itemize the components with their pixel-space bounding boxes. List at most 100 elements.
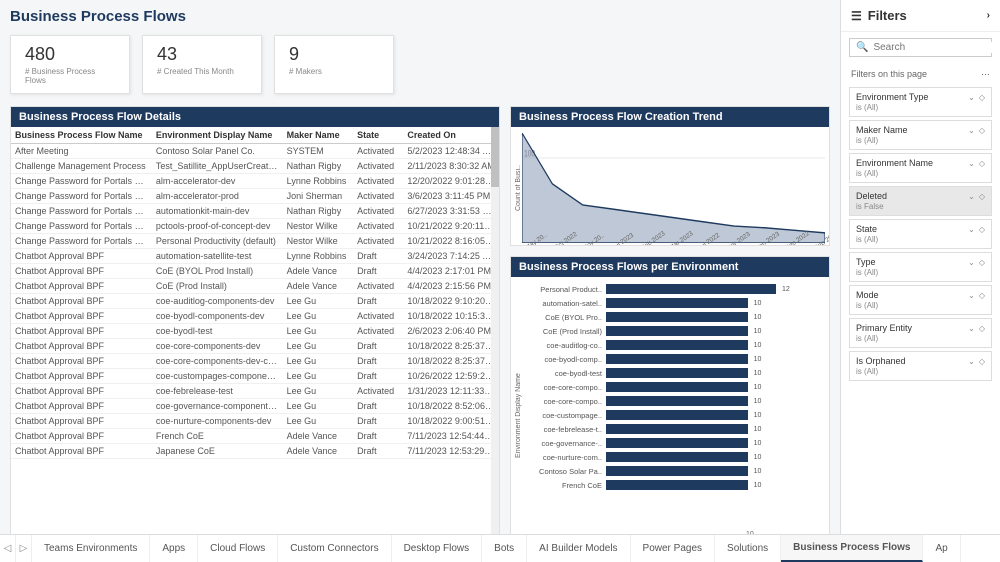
table-header[interactable]: State <box>353 127 403 144</box>
eraser-icon[interactable]: ◇ <box>979 159 985 168</box>
scrollbar-track[interactable] <box>491 127 499 553</box>
bar-row[interactable]: CoE (BYOL Pro.. 10 <box>522 311 825 323</box>
bar-row[interactable]: coe-custompage.. 10 <box>522 409 825 421</box>
tab-prev[interactable]: ◁ <box>0 535 16 562</box>
kpi-card[interactable]: 480 # Business Process Flows <box>10 35 130 94</box>
bar-row[interactable]: coe-febrelease-t.. 10 <box>522 423 825 435</box>
chevron-right-icon[interactable]: › <box>987 10 990 21</box>
table-header[interactable]: Environment Display Name <box>152 127 283 144</box>
tab-cloud flows[interactable]: Cloud Flows <box>198 535 278 562</box>
table-row[interactable]: Change Password for Portals Contactalm-a… <box>11 189 499 204</box>
table-row[interactable]: Change Password for Portals Contactalm-a… <box>11 174 499 189</box>
chevron-down-icon[interactable]: ⌄ <box>968 225 975 234</box>
tab-power pages[interactable]: Power Pages <box>631 535 715 562</box>
table-row[interactable]: Chatbot Approval BPFcoe-byodl-components… <box>11 309 499 324</box>
scrollbar-thumb[interactable] <box>491 127 499 187</box>
eraser-icon[interactable]: ◇ <box>979 324 985 333</box>
filter-card[interactable]: Is Orphaned ⌄◇ is (All) <box>849 351 992 381</box>
tab-solutions[interactable]: Solutions <box>715 535 781 562</box>
table-row[interactable]: Change Password for Portals Contactpctoo… <box>11 219 499 234</box>
table-row[interactable]: Chatbot Approval BPFFrench CoEAdele Vanc… <box>11 429 499 444</box>
filter-card[interactable]: Type ⌄◇ is (All) <box>849 252 992 282</box>
filter-card[interactable]: Environment Name ⌄◇ is (All) <box>849 153 992 183</box>
table-row[interactable]: Chatbot Approval BPFJapanese CoEAdele Va… <box>11 444 499 459</box>
table-row[interactable]: Chatbot Approval BPFcoe-auditlog-compone… <box>11 294 499 309</box>
bar-row[interactable]: coe-nurture-com.. 10 <box>522 451 825 463</box>
chevron-down-icon[interactable]: ⌄ <box>968 258 975 267</box>
tab-apps[interactable]: Apps <box>150 535 198 562</box>
filter-card[interactable]: Deleted ⌄◇ is False <box>849 186 992 216</box>
table-row[interactable]: Challenge Management ProcessTest_Satilli… <box>11 159 499 174</box>
table-header[interactable]: Business Process Flow Name <box>11 127 152 144</box>
table-header[interactable]: Created On <box>403 127 499 144</box>
table-row[interactable]: Chatbot Approval BPFCoE (BYOL Prod Insta… <box>11 264 499 279</box>
tab-custom connectors[interactable]: Custom Connectors <box>278 535 391 562</box>
bar-value: 10 <box>754 384 762 391</box>
eraser-icon[interactable]: ◇ <box>979 258 985 267</box>
table-row[interactable]: Chatbot Approval BPFcoe-core-components-… <box>11 339 499 354</box>
filter-card[interactable]: State ⌄◇ is (All) <box>849 219 992 249</box>
trend-chart[interactable]: 100 <box>522 133 825 243</box>
chevron-down-icon[interactable]: ⌄ <box>968 93 975 102</box>
tab-next[interactable]: ▷ <box>16 535 32 562</box>
filter-card[interactable]: Mode ⌄◇ is (All) <box>849 285 992 315</box>
chevron-down-icon[interactable]: ⌄ <box>968 192 975 201</box>
eraser-icon[interactable]: ◇ <box>979 357 985 366</box>
table-row[interactable]: Chatbot Approval BPFCoE (Prod Install)Ad… <box>11 279 499 294</box>
filter-card[interactable]: Primary Entity ⌄◇ is (All) <box>849 318 992 348</box>
bar-row[interactable]: coe-auditlog-co.. 10 <box>522 339 825 351</box>
filter-search-input[interactable] <box>873 42 1000 53</box>
kpi-card[interactable]: 9 # Makers <box>274 35 394 94</box>
filter-card[interactable]: Environment Type ⌄◇ is (All) <box>849 87 992 117</box>
bar-category: coe-custompage.. <box>522 411 602 420</box>
table-row[interactable]: Change Password for Portals Contactautom… <box>11 204 499 219</box>
eraser-icon[interactable]: ◇ <box>979 225 985 234</box>
table-row[interactable]: Chatbot Approval BPFcoe-core-components-… <box>11 354 499 369</box>
bar-value: 10 <box>754 454 762 461</box>
bar-row[interactable]: Contoso Solar Pa.. 10 <box>522 465 825 477</box>
filter-card[interactable]: Maker Name ⌄◇ is (All) <box>849 120 992 150</box>
tab-ap[interactable]: Ap <box>923 535 960 562</box>
table-cell: Test_Satillite_AppUserCreation <box>152 159 283 174</box>
chevron-down-icon[interactable]: ⌄ <box>968 324 975 333</box>
bar-value: 10 <box>754 398 762 405</box>
bar-row[interactable]: Personal Product.. 12 <box>522 283 825 295</box>
kpi-card[interactable]: 43 # Created This Month <box>142 35 262 94</box>
details-table[interactable]: Business Process Flow NameEnvironment Di… <box>11 127 499 459</box>
bar-row[interactable]: coe-governance-.. 10 <box>522 437 825 449</box>
eraser-icon[interactable]: ◇ <box>979 192 985 201</box>
eraser-icon[interactable]: ◇ <box>979 93 985 102</box>
bar-row[interactable]: coe-byodl-comp.. 10 <box>522 353 825 365</box>
tab-teams environments[interactable]: Teams Environments <box>32 535 150 562</box>
table-row[interactable]: Chatbot Approval BPFcoe-nurture-componen… <box>11 414 499 429</box>
table-row[interactable]: After MeetingContoso Solar Panel Co.SYST… <box>11 144 499 159</box>
chevron-down-icon[interactable]: ⌄ <box>968 357 975 366</box>
eraser-icon[interactable]: ◇ <box>979 126 985 135</box>
table-row[interactable]: Chatbot Approval BPFcoe-governance-compo… <box>11 399 499 414</box>
table-row[interactable]: Chatbot Approval BPFcoe-custompages-comp… <box>11 369 499 384</box>
tab-business process flows[interactable]: Business Process Flows <box>781 535 923 562</box>
tab-ai builder models[interactable]: AI Builder Models <box>527 535 630 562</box>
bar-row[interactable]: coe-byodl-test 10 <box>522 367 825 379</box>
table-row[interactable]: Chatbot Approval BPFautomation-satellite… <box>11 249 499 264</box>
table-row[interactable]: Chatbot Approval BPFcoe-febrelease-testL… <box>11 384 499 399</box>
tab-desktop flows[interactable]: Desktop Flows <box>392 535 483 562</box>
table-header[interactable]: Maker Name <box>283 127 353 144</box>
table-row[interactable]: Chatbot Approval BPFcoe-byodl-testLee Gu… <box>11 324 499 339</box>
eraser-icon[interactable]: ◇ <box>979 291 985 300</box>
chevron-down-icon[interactable]: ⌄ <box>968 291 975 300</box>
bar-row[interactable]: coe-core-compo.. 10 <box>522 381 825 393</box>
filter-search[interactable]: 🔍 <box>849 38 992 57</box>
chevron-down-icon[interactable]: ⌄ <box>968 159 975 168</box>
bar-row[interactable]: coe-core-compo.. 10 <box>522 395 825 407</box>
bar-row[interactable]: CoE (Prod Install) 10 <box>522 325 825 337</box>
table-cell: Japanese CoE <box>152 444 283 459</box>
env-bar-chart[interactable]: Personal Product.. 12 automation-satel..… <box>522 283 825 531</box>
bar-row[interactable]: French CoE 10 <box>522 479 825 491</box>
tab-bots[interactable]: Bots <box>482 535 527 562</box>
bar-row[interactable]: automation-satel.. 10 <box>522 297 825 309</box>
more-icon[interactable]: ⋯ <box>981 69 990 80</box>
filters-header: ☰ Filters › <box>841 0 1000 32</box>
chevron-down-icon[interactable]: ⌄ <box>968 126 975 135</box>
table-row[interactable]: Change Password for Portals ContactPerso… <box>11 234 499 249</box>
